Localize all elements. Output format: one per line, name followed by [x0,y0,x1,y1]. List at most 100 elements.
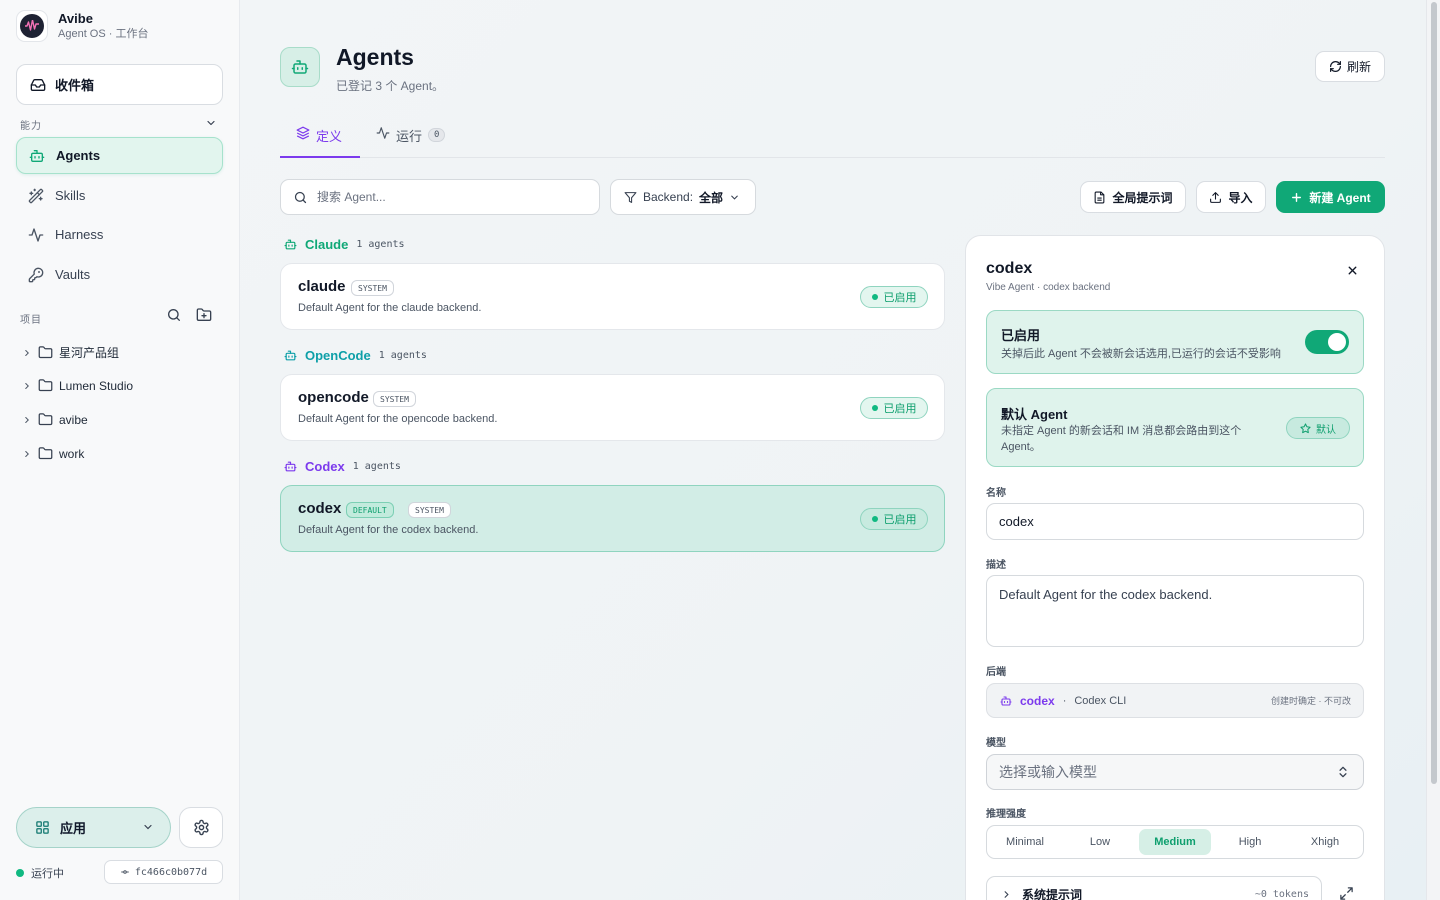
refresh-button[interactable]: 刷新 [1315,51,1385,82]
agent-card-opencode[interactable]: opencode SYSTEM Default Agent for the op… [280,374,945,441]
enabled-description: 关掉后此 Agent 不会被新会话选用,已运行的会话不受影响 [1001,348,1281,360]
system-badge: SYSTEM [408,502,451,518]
apps-button[interactable]: 应用 [16,807,171,848]
expand-icon[interactable] [1339,886,1354,900]
agent-card-codex[interactable]: codex DEFAULT SYSTEM Default Agent for t… [280,485,945,552]
project-label: work [59,446,85,461]
new-agent-label: 新建 Agent [1309,190,1371,205]
model-combobox[interactable]: 选择或输入模型 [986,754,1364,790]
folder-icon [38,346,53,359]
status-badge: 已启用 [860,397,928,419]
sidebar-item-label: Vaults [55,267,91,282]
project-item[interactable]: 星河产品组 [22,344,119,361]
tab-runs[interactable]: 运行 0 [376,126,446,158]
gear-icon [193,819,209,836]
backend-filter-dropdown[interactable]: Backend: 全部 [610,179,756,215]
status-label: 已启用 [883,514,917,526]
new-agent-button[interactable]: 新建 Agent [1276,181,1385,213]
activity-icon [28,227,44,242]
backend-field-label: 后端 [986,667,1006,678]
sidebar-item-vaults[interactable]: Vaults [16,256,223,293]
robot-icon [1000,695,1012,706]
page-icon [280,47,320,87]
folder-plus-icon[interactable] [196,307,212,323]
default-chip-label: 默认 [1316,424,1336,436]
project-item[interactable]: work [22,446,84,461]
star-icon [1300,422,1311,433]
sidebar-item-harness[interactable]: Harness [16,216,223,253]
name-field[interactable] [986,503,1364,540]
default-badge: DEFAULT [346,502,394,518]
refresh-label: 刷新 [1346,60,1371,74]
project-label: Lumen Studio [59,378,134,393]
status-dot [871,294,878,300]
effort-option-medium[interactable]: Medium [1139,829,1211,855]
agent-group-header: Codex 1 agents [284,459,401,474]
git-commit-icon [121,870,129,874]
brand[interactable]: Avibe Agent OS · 工作台 [16,10,148,42]
app-logo [16,10,48,42]
agent-description: Default Agent for the opencode backend. [298,413,498,425]
chevron-down-icon [144,824,152,830]
system-prompt-expander[interactable]: 系统提示词 ~0 tokens [986,876,1322,900]
settings-button[interactable] [179,807,223,848]
effort-option-minimal[interactable]: Minimal [989,829,1061,855]
folder-icon [38,379,53,392]
sidebar-item-agents[interactable]: Agents [16,137,223,174]
model-field-label: 模型 [986,738,1006,749]
backend-cli: Codex CLI [1074,694,1127,707]
app-name: Avibe [58,11,93,26]
project-item[interactable]: avibe [22,412,88,427]
status-dot [16,869,24,877]
import-button[interactable]: 导入 [1196,181,1266,213]
group-name: OpenCode [305,348,371,363]
search-box[interactable] [280,179,600,215]
agent-name: opencode [298,389,369,406]
enabled-toggle[interactable] [1305,330,1349,354]
page-title: Agents [336,44,414,70]
global-prompt-label: 全局提示词 [1112,190,1173,205]
system-prompt-tokens: ~0 tokens [1254,888,1309,900]
search-icon[interactable] [166,307,182,323]
agent-description: Default Agent for the codex backend. [298,524,479,536]
status-badge: 已启用 [860,286,928,308]
agent-group-header: Claude 1 agents [284,237,405,252]
global-prompt-button[interactable]: 全局提示词 [1080,181,1186,213]
sidebar: Avibe Agent OS · 工作台 收件箱 能力 Agents Skill… [0,0,240,900]
effort-option-xhigh[interactable]: Xhigh [1289,829,1361,855]
sidebar-item-skills[interactable]: Skills [16,177,223,214]
agent-card-claude[interactable]: claude SYSTEM Default Agent for the clau… [280,263,945,330]
close-button[interactable] [1343,261,1361,279]
scrollbar-thumb[interactable] [1431,2,1437,784]
project-item[interactable]: Lumen Studio [22,378,133,393]
effort-option-low[interactable]: Low [1064,829,1136,855]
inbox-label: 收件箱 [55,78,95,93]
set-default-button[interactable]: 默认 [1286,417,1350,439]
agent-group-header: OpenCode 1 agents [284,348,427,363]
backend-name: codex [1020,693,1055,708]
refresh-icon [1330,61,1341,72]
chevrons-up-down-icon [1339,766,1347,778]
system-badge: SYSTEM [351,280,394,296]
group-name: Codex [305,459,345,474]
toggle-knob [1328,333,1346,351]
tab-definitions[interactable]: 定义 [280,126,360,158]
group-count: 1 agents [378,350,427,361]
commit-badge[interactable]: fc466c0b077d [104,860,223,884]
search-input[interactable] [317,190,577,204]
enabled-section: 已启用 关掉后此 Agent 不会被新会话选用,已运行的会话不受影响 [986,310,1364,374]
apps-label: 应用 [60,821,87,836]
inbox-button[interactable]: 收件箱 [16,64,223,105]
chevron-down-icon[interactable] [205,117,217,129]
agent-description: Default Agent for the claude backend. [298,302,482,314]
plus-icon [1292,192,1302,202]
description-field[interactable]: Default Agent for the codex backend. [986,575,1364,647]
default-agent-description: 未指定 Agent 的新会话和 IM 消息都会路由到这个 Agent。 [1001,425,1242,453]
scrollbar[interactable] [1426,0,1440,900]
effort-option-high[interactable]: High [1214,829,1286,855]
status-indicator: 运行中 [16,865,64,881]
layers-icon [296,126,310,140]
status-label: 已启用 [883,403,917,415]
system-badge: SYSTEM [373,391,416,407]
chevron-right-icon [25,450,29,457]
